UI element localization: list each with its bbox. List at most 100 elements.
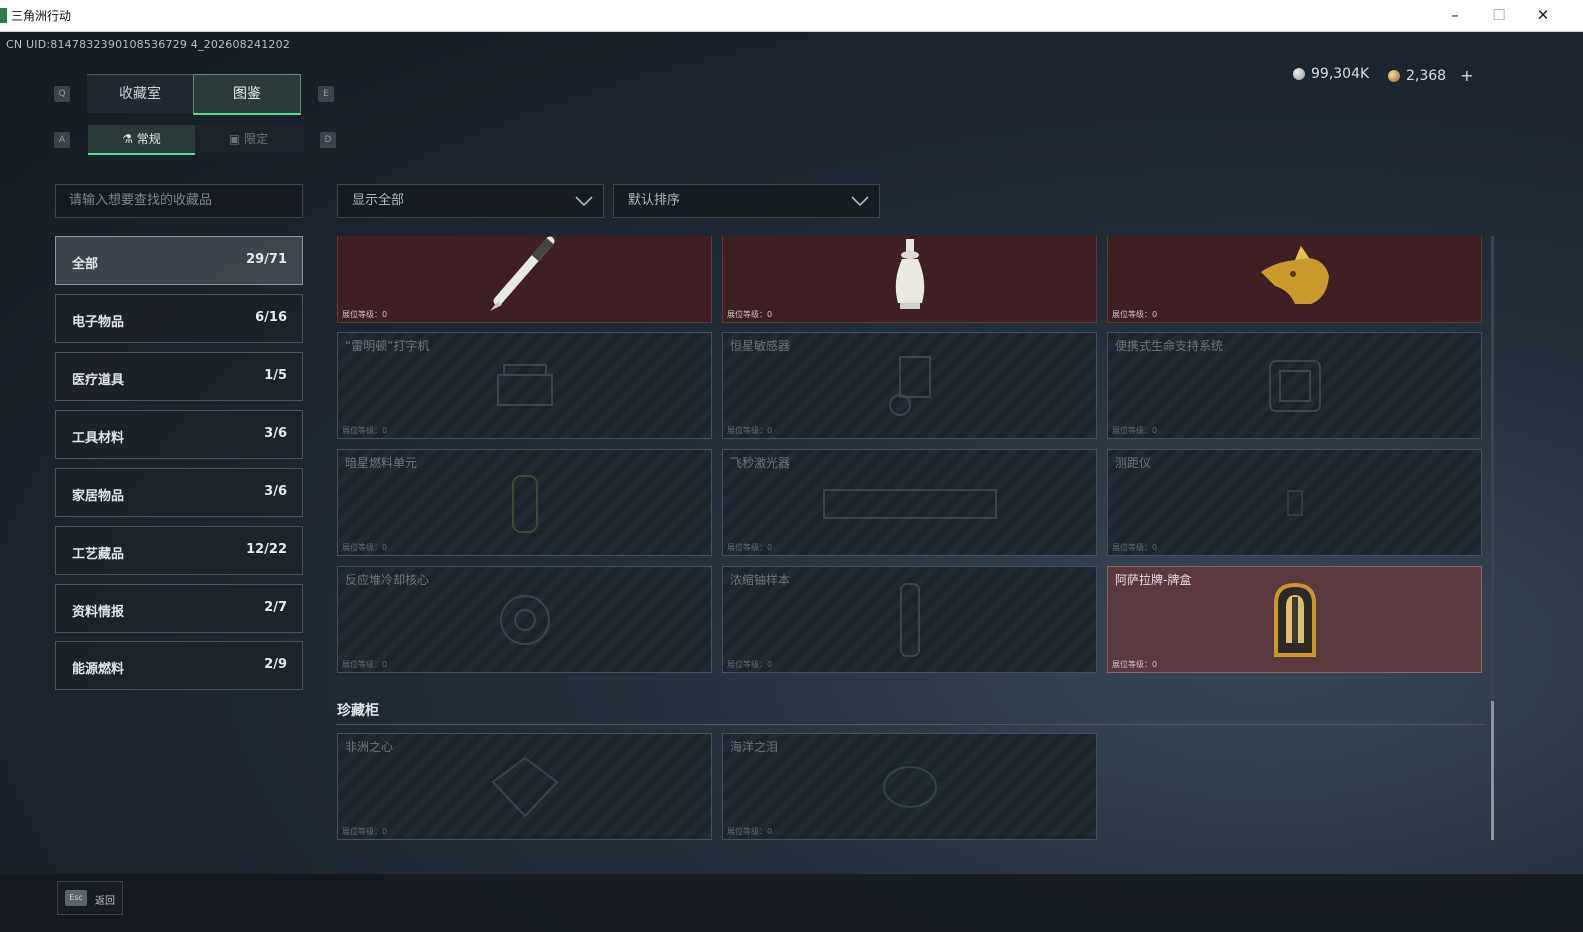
category-intel[interactable]: 资料情报 2/7 (55, 584, 303, 633)
category-medical[interactable]: 医疗道具 1/5 (55, 352, 303, 401)
card-level: 展位等级：0 (727, 426, 773, 435)
tab-limited-label: 限定 (244, 132, 269, 146)
card-name: 非洲之心 (345, 740, 394, 754)
card-level: 展位等级：0 (727, 827, 773, 836)
category-label: 家居物品 (72, 489, 125, 504)
show-filter-value: 显示全部 (352, 193, 405, 208)
collection-card[interactable]: 飞秒激光器 展位等级：0 (722, 449, 1097, 556)
category-count: 3/6 (264, 484, 287, 499)
close-button[interactable]: ✕ (1521, 0, 1565, 31)
app-icon (0, 8, 7, 23)
footer-bar (0, 874, 1583, 932)
category-count: 1/5 (264, 368, 287, 383)
category-tools[interactable]: 工具材料 3/6 (55, 410, 303, 459)
chevron-down-icon (575, 196, 593, 207)
add-currency-button[interactable]: + (1460, 66, 1473, 85)
show-filter-dropdown[interactable]: 显示全部 (337, 184, 604, 218)
category-label: 医疗道具 (72, 373, 125, 388)
category-count: 3/6 (264, 426, 287, 441)
gold-amount: 2,368 (1406, 67, 1447, 84)
silver-currency: 99,304K (1293, 66, 1369, 82)
collection-card[interactable]: 测距仪 展位等级：0 (1107, 449, 1482, 556)
category-label: 能源燃料 (72, 662, 125, 677)
sensor-icon (888, 355, 931, 416)
collection-card[interactable]: 阿萨拉牌-牌盒 展位等级：0 (1107, 566, 1482, 673)
card-name: 浓缩铀样本 (730, 573, 791, 587)
typewriter-icon (496, 363, 553, 406)
category-crafts[interactable]: 工艺藏品 12/22 (55, 526, 303, 575)
golden-beast-head-icon (1260, 245, 1329, 304)
category-count: 2/7 (264, 600, 287, 615)
tab-regular[interactable]: ⚗ 常规 (88, 125, 195, 155)
collection-card[interactable]: 恒星敏感器 展位等级：0 (722, 332, 1097, 439)
collection-card[interactable]: 展位等级：0 (337, 236, 712, 323)
category-electronics[interactable]: 电子物品 6/16 (55, 294, 303, 343)
grid-scrollbar[interactable] (1491, 236, 1494, 840)
collection-card[interactable]: 展位等级：0 (1107, 236, 1482, 323)
search-input[interactable]: 请输入想要查找的收藏品 (55, 184, 303, 218)
uranium-sample-icon (899, 582, 920, 657)
reactor-core-icon (499, 594, 550, 645)
card-name: 暗星燃料单元 (345, 456, 418, 470)
minimize-button[interactable]: – (1433, 0, 1477, 31)
card-level: 展位等级：0 (342, 310, 388, 319)
section-divider (336, 724, 1484, 725)
key-hint-a: A (54, 132, 70, 148)
card-name: 反应堆冷却核心 (345, 573, 430, 587)
tab-collection-room[interactable]: 收藏室 (87, 74, 193, 113)
category-all[interactable]: 全部 29/71 (55, 236, 303, 285)
user-uid: CN UID:8147832390108536729 4_20260824120… (6, 38, 291, 51)
scrollbar-thumb[interactable] (1491, 701, 1494, 840)
card-name: 恒星敏感器 (730, 339, 791, 353)
silver-amount: 99,304K (1311, 66, 1370, 82)
category-household[interactable]: 家居物品 3/6 (55, 468, 303, 517)
diamond-icon (491, 756, 558, 817)
card-name: 海洋之泪 (730, 740, 779, 754)
chevron-down-icon (851, 196, 869, 207)
esc-key-hint: Esc (65, 890, 87, 906)
collection-card[interactable]: 便携式生命支持系统 展位等级：0 (1107, 332, 1482, 439)
sort-dropdown[interactable]: 默认排序 (613, 184, 880, 218)
window-title: 三角洲行动 (11, 9, 72, 23)
maximize-button[interactable]: ☐ (1477, 0, 1521, 31)
card-name: 飞秒激光器 (730, 456, 791, 470)
collection-card[interactable]: 展位等级：0 (722, 236, 1097, 323)
card-level: 展位等级：0 (342, 827, 388, 836)
life-support-icon (1268, 359, 1321, 412)
card-level: 展位等级：0 (1112, 543, 1158, 552)
category-label: 电子物品 (72, 315, 125, 330)
vase-icon (895, 238, 924, 309)
category-count: 2/9 (264, 657, 287, 672)
collection-grid: 展位等级：0 展位等级：0 展位等级：0 “雷明顿”打字机 展位等级：0 恒星敏… (336, 236, 1484, 840)
collection-card[interactable]: “雷明顿”打字机 展位等级：0 (337, 332, 712, 439)
vault-card[interactable]: 海洋之泪 展位等级：0 (722, 733, 1097, 840)
card-level: 展位等级：0 (342, 660, 388, 669)
laser-icon (822, 488, 997, 519)
card-name: 阿萨拉牌-牌盒 (1115, 573, 1192, 587)
gold-coin-icon (1388, 69, 1400, 82)
collection-card[interactable]: 暗星燃料单元 展位等级：0 (337, 449, 712, 556)
collection-card[interactable]: 反应堆冷却核心 展位等级：0 (337, 566, 712, 673)
silver-coin-icon (1293, 68, 1305, 80)
category-label: 工具材料 (72, 431, 125, 446)
category-count: 6/16 (255, 310, 287, 325)
card-name: 便携式生命支持系统 (1115, 339, 1224, 353)
gem-icon (882, 765, 937, 808)
card-level: 展位等级：0 (727, 543, 773, 552)
tab-catalog[interactable]: 图鉴 (193, 74, 301, 115)
collection-card[interactable]: 浓缩铀样本 展位等级：0 (722, 566, 1097, 673)
gold-currency: 2,368 + (1388, 66, 1474, 85)
fuel-cell-icon (511, 474, 538, 533)
tab-regular-label: 常规 (136, 132, 161, 146)
flask-icon: ⚗ (122, 132, 133, 146)
back-label: 返回 (95, 896, 115, 907)
vault-card[interactable]: 非洲之心 展位等级：0 (337, 733, 712, 840)
picture-icon: ▣ (228, 132, 241, 146)
tab-limited[interactable]: ▣ 限定 (195, 125, 302, 153)
card-level: 展位等级：0 (342, 426, 388, 435)
back-button[interactable]: Esc 返回 (57, 881, 123, 915)
rangefinder-icon (1286, 489, 1303, 516)
card-level: 展位等级：0 (1112, 310, 1158, 319)
category-energy[interactable]: 能源燃料 2/9 (55, 641, 303, 690)
category-label: 全部 (72, 257, 99, 272)
